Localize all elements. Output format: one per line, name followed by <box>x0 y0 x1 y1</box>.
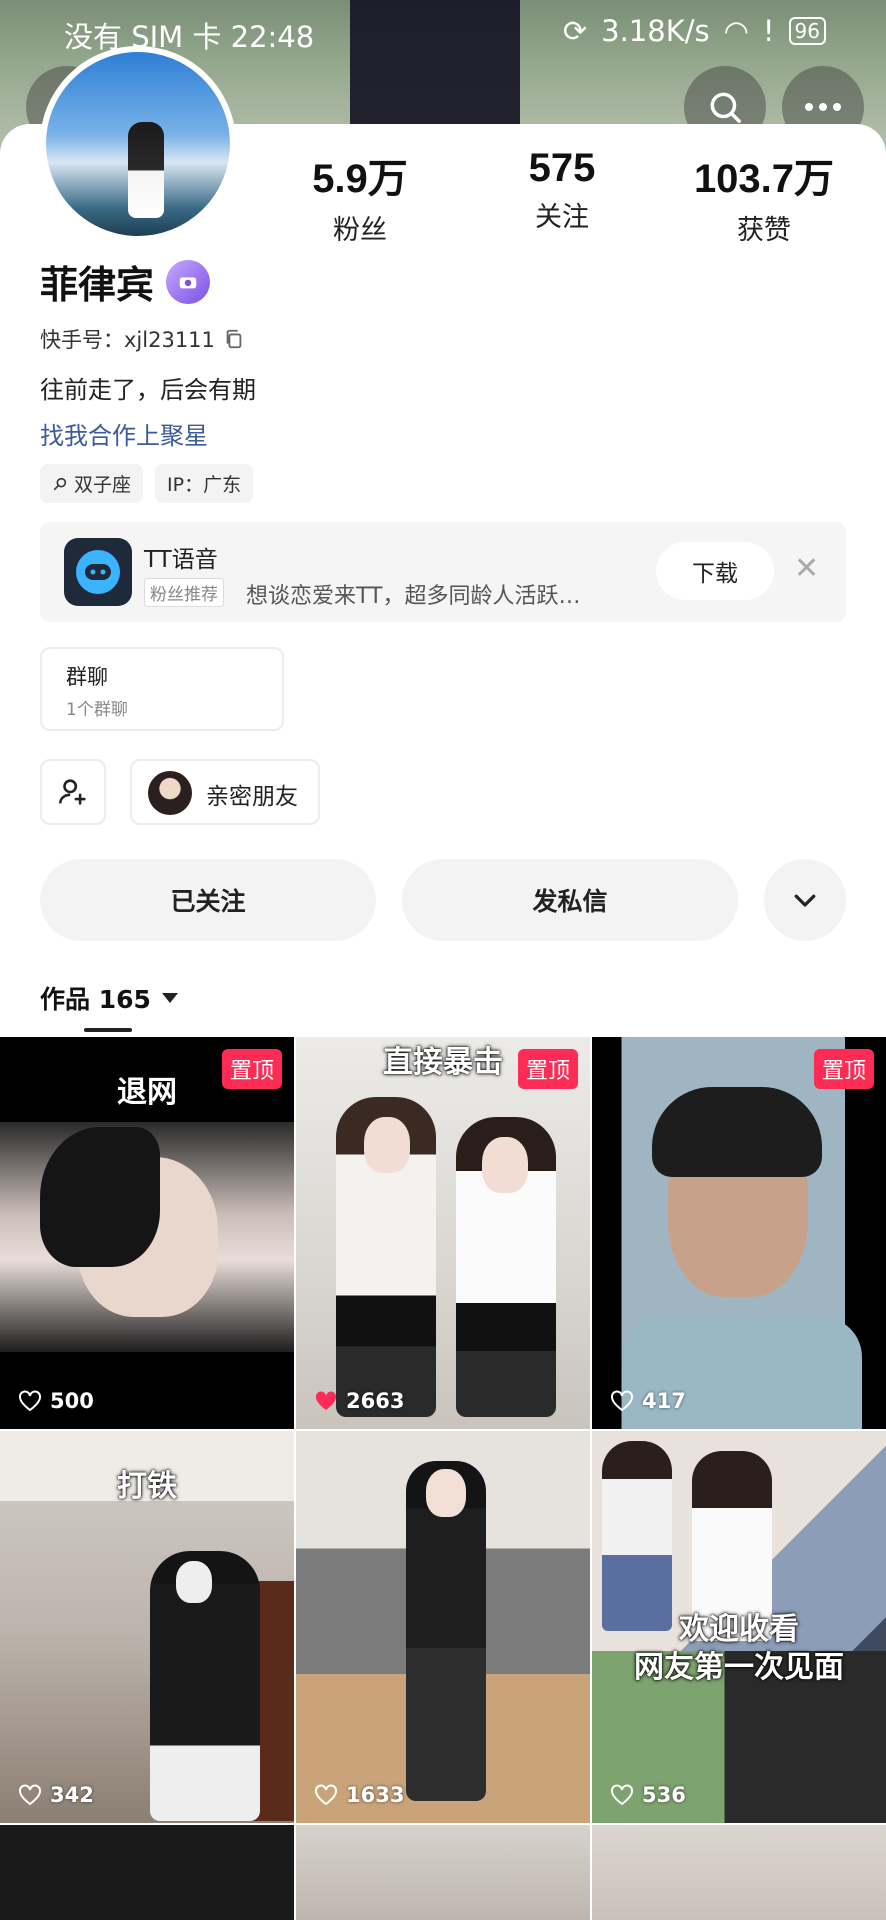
like-count-value: 417 <box>642 1389 686 1413</box>
ad-description: 想谈恋爱来TT，超多同龄人活跃… <box>246 584 581 609</box>
heart-icon <box>315 1784 337 1806</box>
add-user-icon <box>58 779 86 805</box>
video-thumbnail <box>592 1037 886 1429</box>
kuaishou-id-row: 快手号：xjl23111 <box>40 324 245 354</box>
profile-name-row: 菲律宾 <box>40 254 211 309</box>
zodiac-label: 双子座 <box>74 474 132 496</box>
group-chat-title: 群聊 <box>66 665 108 689</box>
video-card[interactable] <box>0 1825 294 1920</box>
like-count-value: 342 <box>50 1783 94 1807</box>
heart-icon <box>19 1390 41 1412</box>
heart-icon <box>19 1784 41 1806</box>
pinned-badge: 置顶 <box>813 1049 874 1089</box>
ad-recommend-pill: 粉丝推荐 <box>144 578 224 607</box>
stat-fans[interactable]: 5.9万 粉丝 <box>270 146 450 247</box>
like-count: 417 <box>610 1389 686 1413</box>
wifi-icon: ◠ <box>723 14 749 48</box>
fans-count: 5.9万 <box>312 157 408 201</box>
avatar[interactable] <box>40 46 236 242</box>
like-count: 500 <box>18 1389 94 1413</box>
video-thumbnail <box>296 1037 590 1429</box>
following-label: 关注 <box>535 202 589 233</box>
like-count-value: 1633 <box>346 1783 405 1807</box>
video-card[interactable] <box>296 1825 590 1920</box>
kuaishou-id: 快手号：xjl23111 <box>40 328 215 352</box>
works-tab-indicator <box>84 1028 132 1032</box>
video-card[interactable] <box>592 1825 886 1920</box>
video-card[interactable]: 打铁 342 <box>0 1431 294 1823</box>
stats-row: 5.9万 粉丝 575 关注 103.7万 获赞 <box>270 146 870 246</box>
battery-indicator: 96 <box>788 17 826 45</box>
like-count: 2663 <box>314 1389 404 1413</box>
heart-filled-icon <box>315 1391 337 1410</box>
profile-name: 菲律宾 <box>40 263 155 307</box>
copy-icon[interactable] <box>223 328 245 350</box>
search-icon <box>53 477 67 490</box>
network-speed: 3.18K/s <box>601 14 710 48</box>
heart-icon <box>611 1784 633 1806</box>
pinned-badge: 置顶 <box>221 1049 282 1089</box>
status-carrier-time: 没有 SIM 卡 22:48 <box>64 20 315 54</box>
works-label: 作品 165 <box>40 985 151 1014</box>
likes-label: 获赞 <box>737 215 791 246</box>
like-count: 342 <box>18 1783 94 1807</box>
stat-likes[interactable]: 103.7万 获赞 <box>674 146 854 247</box>
intimate-friend-label: 亲密朋友 <box>206 784 298 810</box>
video-card[interactable]: 1633 <box>296 1431 590 1823</box>
following-button[interactable]: 已关注 <box>40 859 376 941</box>
group-chat-count: 1个群聊 <box>66 700 128 720</box>
message-button[interactable]: 发私信 <box>402 859 738 941</box>
pinned-badge: 置顶 <box>517 1049 578 1089</box>
add-friend-button[interactable] <box>40 759 106 825</box>
zodiac-tag[interactable]: 双子座 <box>40 464 144 503</box>
profile-page: 没有 SIM 卡 22:48 ⟳ 3.18K/s ◠ ! 96 5.9万 粉丝 … <box>0 0 886 1920</box>
expand-button[interactable] <box>764 859 846 941</box>
profile-tags: 双子座 IP：广东 <box>40 464 254 503</box>
like-count-value: 2663 <box>346 1389 405 1413</box>
intimate-friend-button[interactable]: 亲密朋友 <box>130 759 320 825</box>
stat-following[interactable]: 575 关注 <box>472 146 652 234</box>
following-count: 575 <box>528 146 596 190</box>
ip-tag: IP：广东 <box>155 464 254 503</box>
group-chat-card[interactable]: 群聊 1个群聊 <box>40 647 284 731</box>
caret-down-icon <box>161 993 178 1003</box>
video-caption: 打铁 <box>117 1469 177 1504</box>
tt-app-logo-icon <box>64 538 132 606</box>
camera-badge-icon[interactable] <box>166 259 211 304</box>
cooperation-link[interactable]: 找我合作上聚星 <box>40 416 208 451</box>
video-card[interactable]: 置顶 417 <box>592 1037 886 1429</box>
video-card[interactable]: 欢迎收看 网友第一次见面 536 <box>592 1431 886 1823</box>
like-count-value: 500 <box>50 1389 94 1413</box>
like-count: 1633 <box>314 1783 404 1807</box>
video-thumbnail <box>296 1431 590 1823</box>
avatar-person <box>128 122 164 218</box>
like-count-value: 536 <box>642 1783 686 1807</box>
friend-avatar <box>148 771 192 815</box>
search-icon <box>710 92 741 123</box>
video-caption: 欢迎收看 网友第一次见面 <box>634 1612 844 1685</box>
works-tab[interactable]: 作品 165 <box>40 980 179 1016</box>
chevron-down-icon <box>794 894 816 907</box>
ip-label: IP：广东 <box>167 474 242 496</box>
close-icon[interactable]: ✕ <box>794 554 819 584</box>
likes-count: 103.7万 <box>693 157 835 201</box>
speed-icon: ⟳ <box>562 14 588 48</box>
ad-app-name: TT语音 <box>144 547 218 573</box>
like-count: 536 <box>610 1783 686 1807</box>
ad-download-button[interactable]: 下载 <box>656 542 774 600</box>
status-right: ⟳ 3.18K/s ◠ ! 96 <box>563 14 826 48</box>
fans-label: 粉丝 <box>333 215 387 246</box>
alert-icon: ! <box>762 14 775 48</box>
video-card[interactable]: 退网 置顶 500 <box>0 1037 294 1429</box>
more-icon <box>805 103 841 111</box>
profile-bio: 往前走了，后会有期 <box>40 376 256 404</box>
heart-icon <box>611 1390 633 1412</box>
ad-banner[interactable]: TT语音 粉丝推荐 想谈恋爱来TT，超多同龄人活跃… 下载 ✕ <box>40 522 846 622</box>
video-card[interactable]: 直接暴击 置顶 2663 <box>296 1037 590 1429</box>
